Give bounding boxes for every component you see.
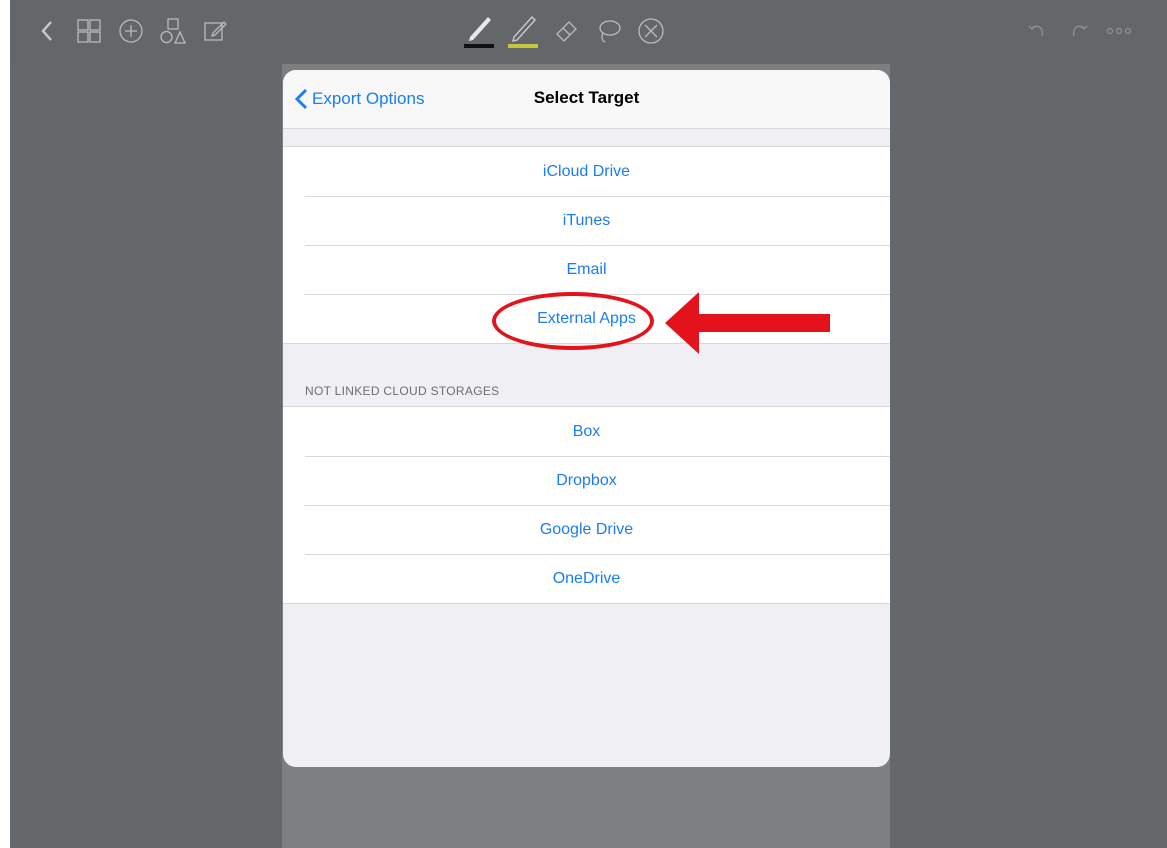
- edit-note-icon[interactable]: [198, 14, 232, 48]
- cloud-storages-list: Box Dropbox Google Drive OneDrive: [283, 406, 890, 604]
- eraser-tool-icon[interactable]: [550, 14, 584, 48]
- dialog-nav-bar: Export Options Select Target: [283, 70, 890, 129]
- app-screen: Export Options Select Target iCloud Driv…: [10, 0, 1167, 848]
- cloud-storages-header: NOT LINKED CLOUD STORAGES: [305, 384, 500, 398]
- storage-dropbox[interactable]: Dropbox: [283, 456, 890, 505]
- shapes-icon[interactable]: [156, 14, 190, 48]
- highlight-circle-annotation: [492, 292, 654, 350]
- storage-box[interactable]: Box: [283, 407, 890, 456]
- add-circle-icon[interactable]: [114, 14, 148, 48]
- red-arrow-annotation: [665, 292, 830, 354]
- storage-google-drive[interactable]: Google Drive: [283, 505, 890, 554]
- pen-tool-icon[interactable]: [462, 12, 496, 48]
- lasso-tool-icon[interactable]: [592, 14, 626, 48]
- storage-onedrive[interactable]: OneDrive: [283, 554, 890, 603]
- highlighter-tool-icon[interactable]: [506, 12, 540, 48]
- dialog-title: Select Target: [533, 88, 640, 107]
- redo-icon[interactable]: [1062, 14, 1096, 48]
- grid-icon[interactable]: [72, 14, 106, 48]
- close-circle-icon[interactable]: [634, 14, 668, 48]
- undo-icon[interactable]: [1020, 14, 1054, 48]
- target-email[interactable]: Email: [283, 245, 890, 294]
- select-target-dialog: Export Options Select Target iCloud Driv…: [283, 70, 890, 767]
- target-icloud-drive[interactable]: iCloud Drive: [283, 147, 890, 196]
- top-toolbar: [10, 0, 1167, 64]
- chevron-left-icon[interactable]: [30, 14, 64, 48]
- target-itunes[interactable]: iTunes: [283, 196, 890, 245]
- more-icon[interactable]: [1102, 14, 1136, 48]
